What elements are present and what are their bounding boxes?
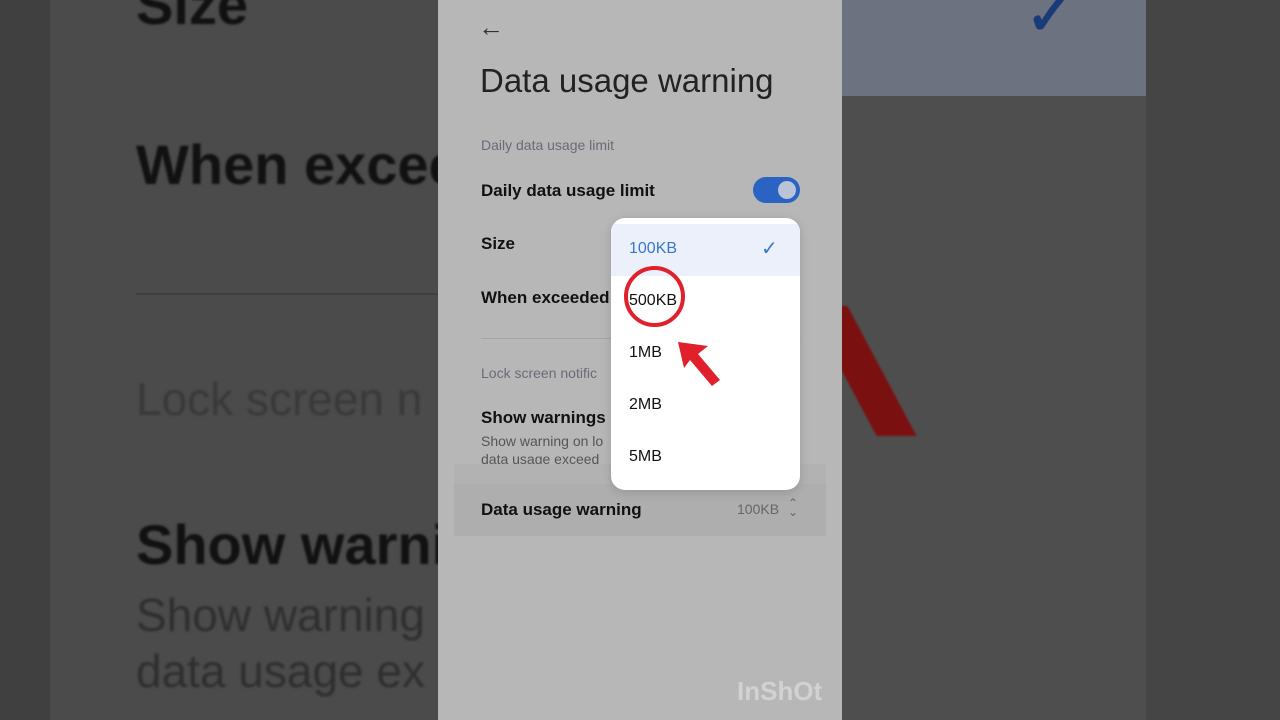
dropdown-option-label: 2MB [629, 396, 662, 413]
bg-text-size: Size [136, 0, 249, 36]
bg-text-show-warning-sub: Show warning [136, 589, 425, 641]
data-usage-warning-label: Data usage warning [481, 500, 642, 519]
bg-text-show-warnings: Show warni [136, 513, 438, 576]
section-daily-limit: Daily data usage limit [481, 137, 615, 153]
background-right: ✓ [842, 0, 1280, 720]
bg-check-icon: ✓ [1026, 0, 1073, 46]
dropdown-option-label: 100KB [629, 240, 678, 257]
up-down-chevron-icon: ⌃ ⌄ [788, 496, 799, 519]
dropdown-option-5mb[interactable]: 5MB [611, 432, 800, 484]
show-warnings-description: Show warning on lo data usage exceed [481, 433, 604, 467]
data-usage-warning-value: 100KB [737, 501, 780, 517]
bg-text-data-usage-sub: data usage ex [136, 645, 426, 697]
phone-screen: ← Data usage warning Daily data usage li… [438, 0, 842, 720]
back-arrow-icon[interactable]: ← [478, 14, 504, 40]
dropdown-option-label: 5MB [629, 448, 662, 465]
bg-divider [136, 293, 438, 295]
section-lock-screen: Lock screen notific [481, 365, 597, 381]
inshot-watermark: InShOt [737, 676, 823, 706]
bg-highlight [842, 0, 1146, 96]
toggle-knob [778, 181, 796, 199]
background-left: Size When exceed Lock screen n Show warn… [0, 0, 438, 720]
bg-text-lock-screen: Lock screen n [136, 373, 423, 425]
show-warnings-label[interactable]: Show warnings [481, 408, 606, 428]
pointer-arrow-icon [678, 342, 720, 386]
dropdown-option-label: 1MB [629, 344, 662, 361]
when-exceeded-row[interactable]: When exceeded [481, 288, 610, 308]
dropdown-option-100kb[interactable]: 100KB ✓ [611, 224, 800, 276]
check-icon: ✓ [761, 238, 778, 260]
daily-limit-label: Daily data usage limit [481, 181, 655, 200]
bg-text-when-exceeded: When exceed [136, 133, 438, 196]
daily-limit-toggle[interactable] [753, 177, 800, 203]
size-row[interactable]: Size [481, 234, 515, 254]
page-title: Data usage warning [480, 62, 774, 99]
highlight-circle [624, 266, 685, 327]
